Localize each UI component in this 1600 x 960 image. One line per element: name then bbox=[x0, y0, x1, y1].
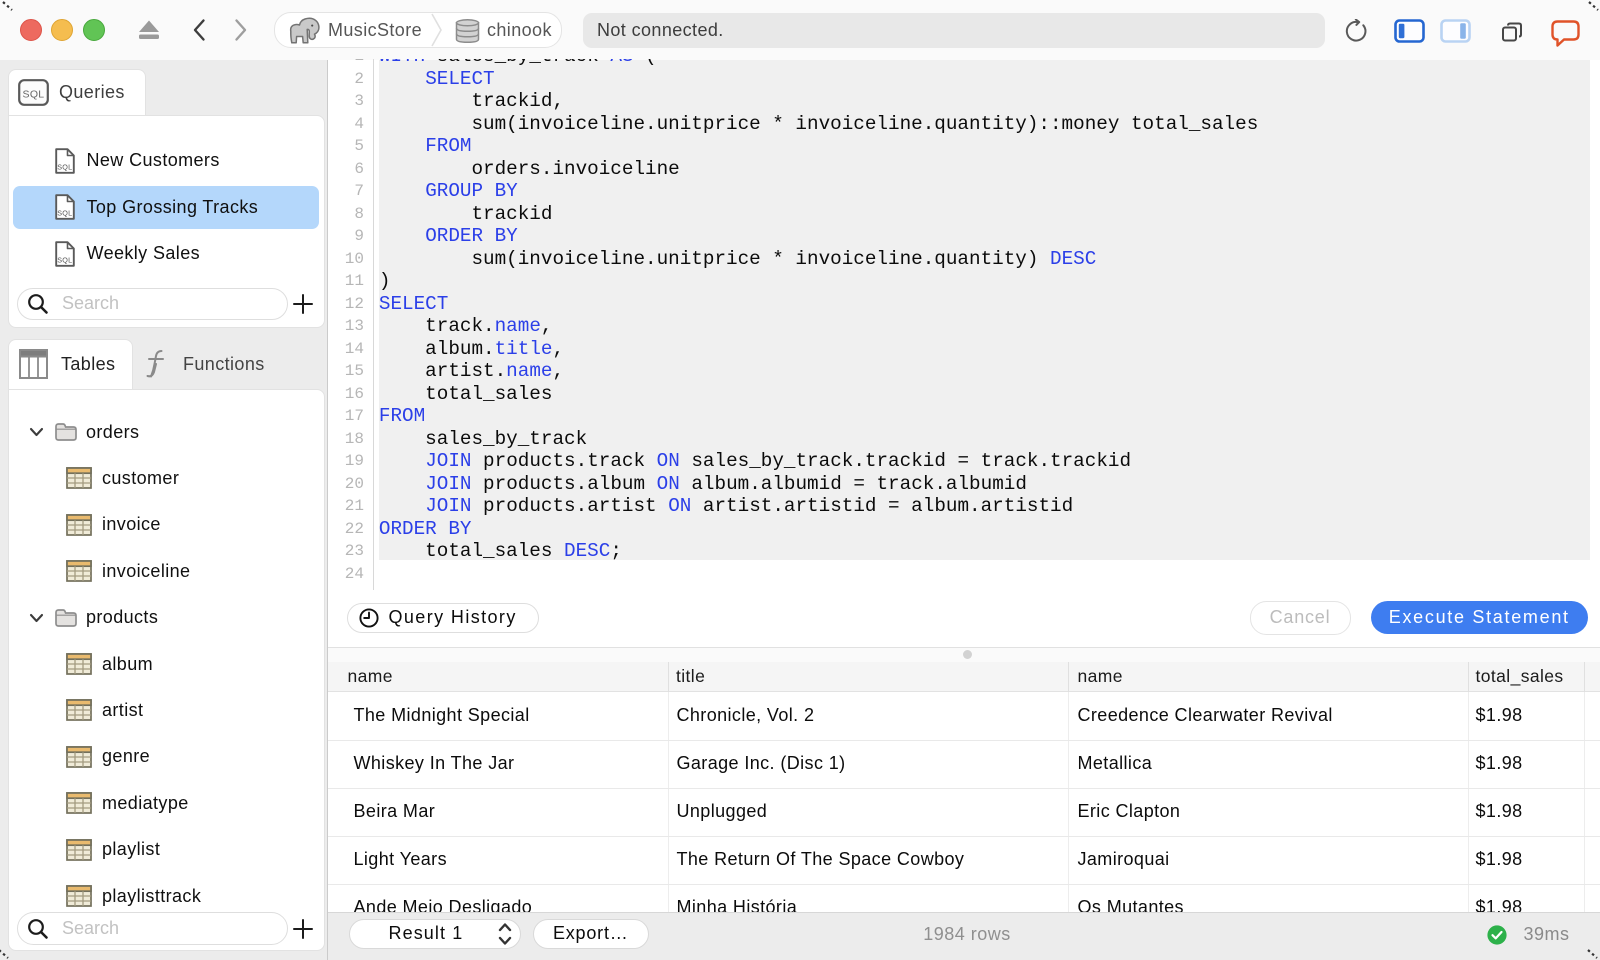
svg-text:SQL: SQL bbox=[57, 162, 72, 171]
svg-text:SQL: SQL bbox=[57, 255, 72, 264]
svg-text:SQL: SQL bbox=[57, 209, 72, 218]
svg-text:SQL: SQL bbox=[23, 88, 45, 100]
